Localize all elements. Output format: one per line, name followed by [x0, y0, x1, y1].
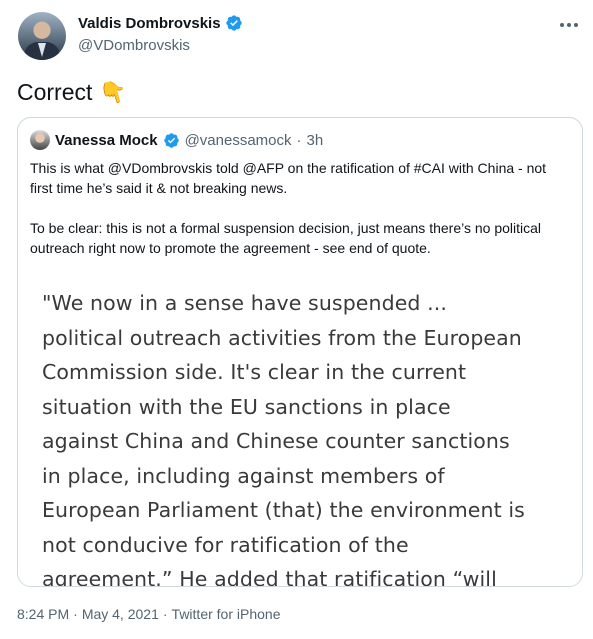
author-display-name[interactable]: Valdis Dombrovskis [78, 15, 221, 32]
image-text-line: in place, including against members of [42, 463, 445, 488]
quoted-author-name: Vanessa Mock [55, 131, 158, 149]
pointing-down-hand-icon: 👇 [97, 76, 131, 108]
tweet: Valdis Dombrovskis @VDombrovskis Correct… [0, 0, 593, 639]
verified-badge-icon [163, 132, 179, 148]
more-dot [560, 23, 564, 27]
image-text-line: European Parliament (that) the environme… [42, 498, 525, 522]
quoted-time: 3h [306, 131, 324, 149]
verified-badge-icon [225, 15, 242, 31]
tweet-date[interactable]: May 4, 2021 [82, 606, 159, 622]
author-name-row[interactable]: Valdis Dombrovskis [78, 14, 243, 32]
quoted-tweet-header: Vanessa Mock @vanessamock · 3h [30, 130, 323, 150]
more-dot [574, 23, 578, 27]
quoted-author-handle: @vanessamock [184, 131, 292, 149]
author-avatar[interactable] [18, 12, 66, 60]
image-text-line: situation with the EU sanctions in place [42, 394, 451, 419]
meta-separator: · [73, 606, 78, 622]
quoted-paragraph: To be clear: this is not a formal suspen… [30, 220, 542, 256]
quoted-separator: · [296, 131, 302, 149]
image-text-line: not conducive for ratification of the [42, 532, 409, 557]
image-text-line: agreement.” He added that ratification “… [42, 567, 497, 587]
tweet-time[interactable]: 8:24 PM [17, 606, 69, 622]
quoted-tweet-body: This is what @VDombrovskis told @AFP on … [30, 158, 570, 278]
quoted-image-text: "We now in a sense have suspended ... po… [42, 286, 567, 587]
more-dot [567, 23, 571, 27]
image-text-line: "We now in a sense have suspended ... [42, 291, 448, 315]
image-text-line: against China and Chinese counter sancti… [42, 429, 510, 453]
quoted-image[interactable]: "We now in a sense have suspended ... po… [18, 266, 582, 587]
tweet-text: Correct 👇 [17, 76, 131, 108]
tweet-source-link[interactable]: Twitter for iPhone [172, 606, 281, 622]
image-text-line: political outreach activities from the E… [42, 325, 522, 350]
author-handle[interactable]: @VDombrovskis [78, 37, 190, 54]
quoted-author-avatar [30, 130, 50, 150]
quoted-tweet[interactable]: Vanessa Mock @vanessamock · 3h This is w… [17, 117, 583, 587]
more-options-icon[interactable] [557, 16, 581, 34]
tweet-text-content: Correct [17, 79, 93, 105]
image-text-line: Commission side. It's clear in the curre… [42, 360, 467, 384]
quoted-paragraph: This is what @VDombrovskis told @AFP on … [30, 160, 547, 196]
meta-separator: · [162, 606, 168, 622]
tweet-metadata: 8:24 PM · May 4, 2021 · Twitter for iPho… [17, 606, 280, 622]
